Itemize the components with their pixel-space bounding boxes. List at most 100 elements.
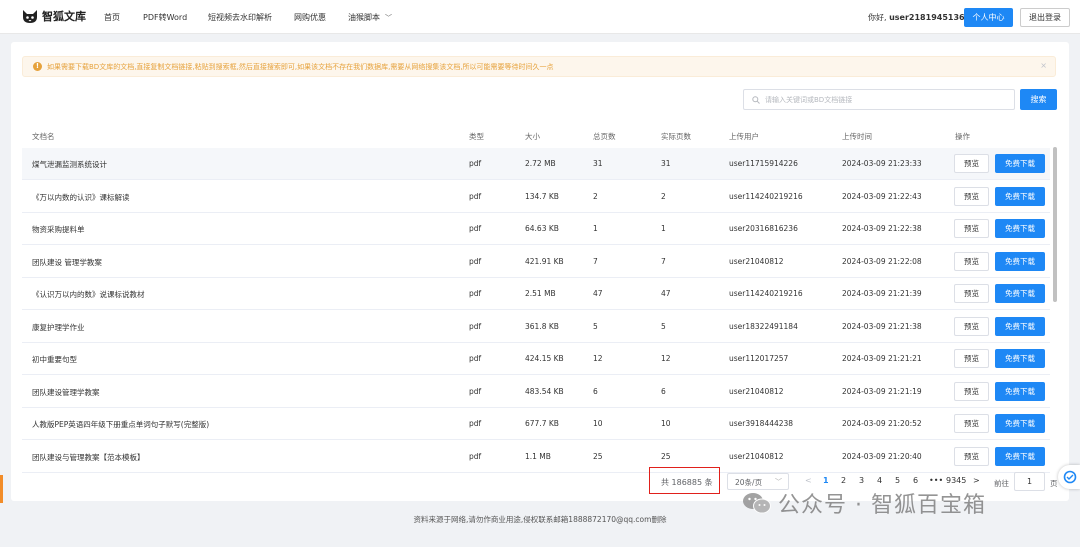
close-icon[interactable]: × <box>1040 61 1047 70</box>
preview-button[interactable]: 预览 <box>954 349 989 368</box>
free-download-button[interactable]: 免费下载 <box>995 154 1045 173</box>
total-count: 共 186885 条 <box>661 478 713 487</box>
nav-pdf-to-word[interactable]: PDF转Word <box>143 12 187 23</box>
cell-type: pdf <box>469 256 482 266</box>
page-button[interactable]: 2 <box>841 476 846 485</box>
col-doc-name: 文档名 <box>32 132 55 141</box>
free-download-button[interactable]: 免费下载 <box>995 446 1045 466</box>
cell-type: pdf <box>469 451 482 461</box>
table-row: 人教版PEP英语四年级下册重点单词句子默写(完整版) pdf 677.7 KB 10 1… <box>22 408 1050 440</box>
cell-actual: 7 <box>661 256 666 266</box>
table-scrollbar[interactable] <box>1053 147 1057 302</box>
cell-time: 2024-03-09 21:22:38 <box>842 224 922 233</box>
cell-actual: 2 <box>661 191 666 201</box>
preview-button[interactable]: 预览 <box>954 316 989 336</box>
preview-button[interactable]: 预览 <box>954 414 989 433</box>
cell-total: 12 <box>593 354 603 363</box>
free-download-button[interactable]: 免费下载 <box>995 381 1045 401</box>
free-download-button[interactable]: 免费下载 <box>995 284 1045 303</box>
nav-userscripts[interactable]: 油猴脚本 ﹀ <box>348 12 392 23</box>
table-row: 初中重要句型 pdf 424.15 KB 12 12 user112017257 2024-… <box>22 343 1050 375</box>
personal-center-button[interactable]: 个人中心 <box>964 8 1013 27</box>
nav-userscripts-label: 油猴脚本 <box>348 13 380 22</box>
notice-text: 如果需要下载BD文库的文档,直接复制文档链接,粘贴到搜索框,然后直接搜索即可,如… <box>47 63 554 71</box>
cell-time: 2024-03-09 21:21:39 <box>842 289 922 298</box>
table-row: 团队建设管理学教案 pdf 483.54 KB 6 6 user21040812 2024-… <box>22 376 1050 408</box>
page-button[interactable]: 1 <box>823 476 829 485</box>
search-placeholder: 请输入关键词或BD文档链接 <box>765 96 853 104</box>
cell-user: user114240219216 <box>729 191 803 201</box>
col-type: 类型 <box>469 132 484 141</box>
prev-page-button[interactable]: < <box>805 476 812 485</box>
preview-button[interactable]: 预览 <box>954 284 989 303</box>
fox-logo-icon <box>23 10 37 23</box>
chevron-down-icon: ﹀ <box>775 478 782 486</box>
cell-total: 2 <box>593 191 598 201</box>
col-size: 大小 <box>525 132 540 141</box>
cell-time: 2024-03-09 21:22:43 <box>842 191 922 201</box>
chevron-down-icon: ﹀ <box>385 14 392 22</box>
cell-name: 物资采购提料单 <box>32 225 85 234</box>
cell-name: 人教版PEP英语四年级下册重点单词句子默写(完整版) <box>32 420 210 429</box>
watermark: 公众号 · 智狐百宝箱 <box>742 487 986 519</box>
free-download-button[interactable]: 免费下载 <box>995 186 1045 206</box>
notice-banner: ! 如果需要下载BD文库的文档,直接复制文档链接,粘贴到搜索框,然后直接搜索即可… <box>22 56 1056 77</box>
page-button[interactable]: 5 <box>895 476 900 485</box>
free-download-button[interactable]: 免费下载 <box>995 349 1045 368</box>
cell-actual: 31 <box>661 159 671 168</box>
preview-button[interactable]: 预览 <box>954 219 989 238</box>
floating-helper-button[interactable] <box>1058 465 1080 489</box>
col-actual-pages: 实际页数 <box>661 132 691 141</box>
preview-button[interactable]: 预览 <box>954 186 989 206</box>
cell-size: 677.7 KB <box>525 419 559 428</box>
cell-name: 煤气泄漏监测系统设计 <box>32 160 107 169</box>
cell-user: user112017257 <box>729 354 789 363</box>
cell-time: 2024-03-09 21:20:52 <box>842 419 922 428</box>
cell-actual: 1 <box>661 224 666 233</box>
more-pages-button[interactable]: ••• <box>929 476 943 485</box>
page-button[interactable]: 9345 <box>946 476 966 485</box>
brand-logo[interactable]: 智狐文库 <box>22 8 86 24</box>
cell-size: 2.51 MB <box>525 289 556 298</box>
goto-page-input[interactable]: 1 <box>1014 472 1045 491</box>
greeting-text: 你好, <box>868 13 887 22</box>
table-row: 《认识万以内的数》说课标说教材 pdf 2.51 MB 47 47 user1142402… <box>22 278 1050 310</box>
table-row: 《万以内数的认识》课标解读 pdf 134.7 KB 2 2 user1142402192… <box>22 181 1050 213</box>
left-side-tab[interactable] <box>0 475 3 503</box>
preview-button[interactable]: 预览 <box>954 154 989 173</box>
nav-video-watermark[interactable]: 短视频去水印解析 <box>208 12 272 23</box>
table-row: 康复护理学作业 pdf 361.8 KB 5 5 user18322491184 2024-… <box>22 311 1050 343</box>
preview-button[interactable]: 预览 <box>954 251 989 271</box>
cell-time: 2024-03-09 21:21:38 <box>842 321 922 331</box>
cell-size: 361.8 KB <box>525 321 559 331</box>
cell-user: user21040812 <box>729 386 784 396</box>
logout-button[interactable]: 退出登录 <box>1020 8 1070 27</box>
cell-size: 424.15 KB <box>525 354 564 363</box>
page-button[interactable]: 4 <box>877 476 882 485</box>
brand-name: 智狐文库 <box>42 10 86 23</box>
free-download-button[interactable]: 免费下载 <box>995 251 1045 271</box>
cell-total: 31 <box>593 159 603 168</box>
preview-button[interactable]: 预览 <box>954 446 989 466</box>
cell-total: 10 <box>593 419 603 428</box>
page-button[interactable]: 3 <box>859 476 864 485</box>
cell-type: pdf <box>469 354 482 363</box>
free-download-button[interactable]: 免费下载 <box>995 316 1045 336</box>
nav-shopping-deals[interactable]: 网购优惠 <box>294 12 326 23</box>
goto-label: 前往 <box>994 479 1009 488</box>
preview-button[interactable]: 预览 <box>954 381 989 401</box>
cell-name: 《认识万以内的数》说课标说教材 <box>32 290 145 299</box>
cell-user: user20316816236 <box>729 224 798 233</box>
cell-total: 25 <box>593 451 603 461</box>
search-button[interactable]: 搜索 <box>1020 89 1057 110</box>
cell-time: 2024-03-09 21:21:19 <box>842 386 922 396</box>
search-icon <box>752 96 760 104</box>
next-page-button[interactable]: > <box>973 476 980 485</box>
cell-time: 2024-03-09 21:23:33 <box>842 159 922 168</box>
free-download-button[interactable]: 免费下载 <box>995 219 1045 238</box>
search-input[interactable]: 请输入关键词或BD文档链接 <box>743 89 1015 110</box>
free-download-button[interactable]: 免费下载 <box>995 414 1045 433</box>
cell-size: 64.63 KB <box>525 224 559 233</box>
page-button[interactable]: 6 <box>913 476 918 485</box>
nav-home[interactable]: 首页 <box>104 12 120 23</box>
